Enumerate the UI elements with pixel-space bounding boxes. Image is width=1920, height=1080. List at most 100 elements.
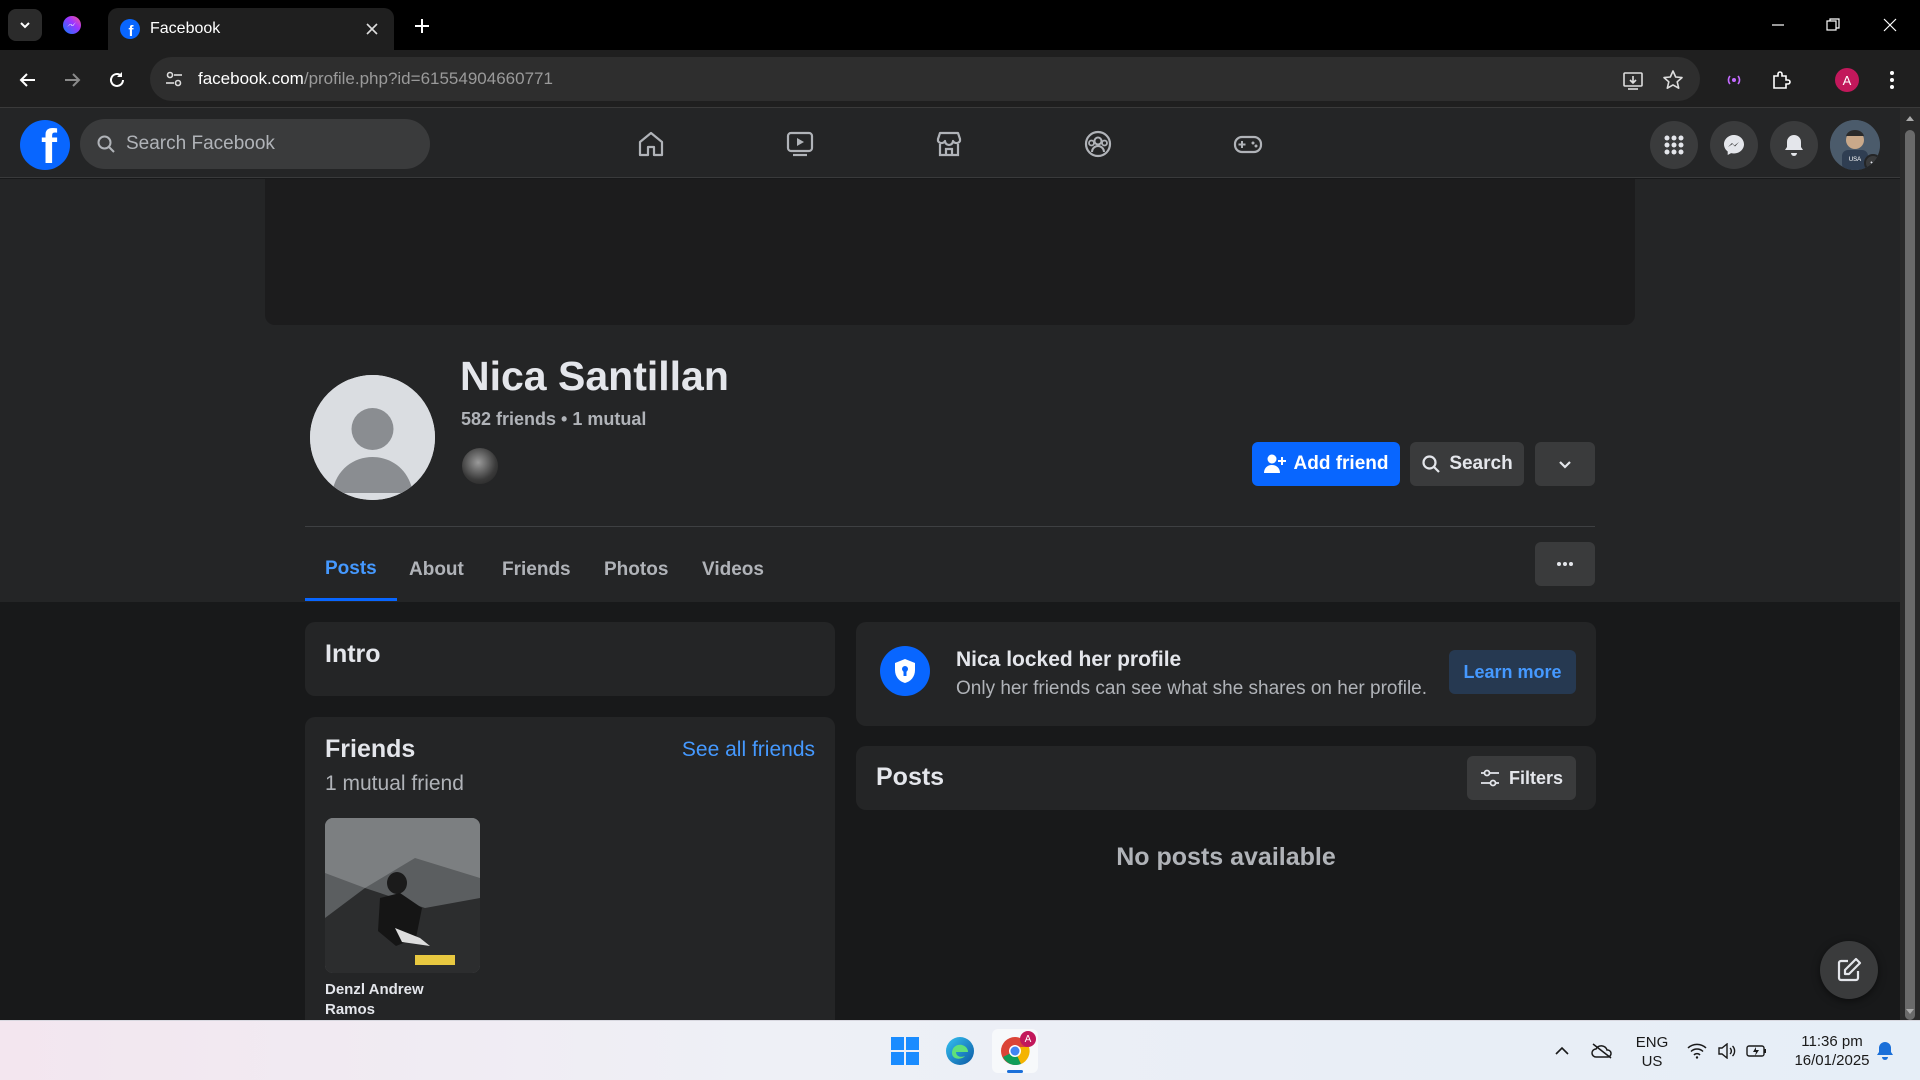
onedrive-tray-icon[interactable] <box>1589 1039 1615 1063</box>
bookmark-button[interactable] <box>1660 67 1686 93</box>
gaming-icon <box>1233 135 1263 154</box>
shield-lock-icon <box>880 646 930 696</box>
address-bar[interactable]: facebook.com/profile.php?id=615549046607… <box>150 57 1700 101</box>
clock-time: 11:36 pm <box>1801 1033 1863 1050</box>
tab-list-button[interactable] <box>8 9 42 41</box>
friend-name-line2: Ramos <box>325 1001 376 1018</box>
facebook-search-input[interactable] <box>126 133 406 155</box>
profile-divider <box>305 526 1595 527</box>
facebook-favicon-icon: f <box>120 19 140 39</box>
media-cast-button[interactable] <box>1718 64 1750 96</box>
search-icon <box>1422 455 1441 473</box>
messenger-button[interactable] <box>1710 121 1758 169</box>
tab-posts[interactable]: Posts <box>305 539 397 601</box>
friend-photo-image <box>325 818 480 973</box>
nav-gaming[interactable] <box>1193 118 1303 170</box>
facebook-logo[interactable]: f <box>20 120 70 170</box>
nav-marketplace[interactable] <box>894 118 1004 170</box>
extensions-button[interactable] <box>1765 64 1797 96</box>
video-icon <box>786 131 814 157</box>
profile-button[interactable]: A <box>1831 64 1863 96</box>
profile-initial: A <box>1835 68 1859 92</box>
friend-photo[interactable] <box>325 818 480 973</box>
nav-groups[interactable] <box>1043 118 1153 170</box>
tab-about-label: About <box>409 559 464 580</box>
tab-videos[interactable]: Videos <box>702 539 764 601</box>
broadcast-icon <box>1727 75 1741 85</box>
nav-video[interactable] <box>745 118 855 170</box>
back-button[interactable] <box>12 64 44 96</box>
friend-name-line1: Denzl Andrew <box>325 981 424 998</box>
forward-button[interactable] <box>56 64 88 96</box>
nav-home[interactable] <box>596 118 706 170</box>
mutual-friend-avatar[interactable] <box>460 446 500 486</box>
tab-friends[interactable]: Friends <box>502 539 571 601</box>
tab-facebook[interactable]: f Facebook <box>108 8 394 50</box>
default-avatar-icon <box>310 375 435 500</box>
profile-header: Nica Santillan 582 friends • 1 mutual Ad… <box>0 179 1900 602</box>
install-icon <box>1623 72 1643 90</box>
star-icon <box>1663 70 1683 89</box>
profile-name: Nica Santillan <box>460 353 729 399</box>
wifi-tray-icon[interactable] <box>1684 1039 1710 1063</box>
see-all-friends-link[interactable]: See all friends <box>682 738 815 762</box>
volume-icon <box>1718 1043 1736 1059</box>
account-avatar[interactable]: USA <box>1830 120 1880 170</box>
facebook-search[interactable] <box>80 119 430 169</box>
marketplace-icon <box>936 131 962 157</box>
friend-count[interactable]: 582 friends • 1 mutual <box>461 409 646 430</box>
start-button[interactable] <box>882 1029 928 1073</box>
messenger-icon <box>63 16 81 34</box>
taskbar-edge[interactable] <box>937 1029 983 1073</box>
facebook-header: f USA <box>0 108 1900 178</box>
browser-menu-button[interactable] <box>1876 64 1908 96</box>
show-hidden-icons-button[interactable] <box>1549 1039 1575 1063</box>
chevron-down-icon <box>1559 461 1571 469</box>
tab-photos[interactable]: Photos <box>604 539 668 601</box>
pinned-tab-messenger[interactable] <box>58 12 86 38</box>
clock[interactable]: 11:36 pm 16/01/2025 <box>1782 1032 1882 1070</box>
filters-label: Filters <box>1508 767 1564 788</box>
language-indicator[interactable]: ENG US <box>1630 1033 1674 1071</box>
cover-photo[interactable] <box>265 179 1635 325</box>
taskbar-chrome[interactable]: A <box>992 1029 1038 1073</box>
scroll-up-icon <box>1906 116 1914 121</box>
more-actions-dropdown[interactable] <box>1535 442 1595 486</box>
friends-card-title: Friends <box>325 735 416 763</box>
profile-more-button[interactable] <box>1535 542 1595 586</box>
battery-tray-icon[interactable] <box>1744 1039 1770 1063</box>
restore-button[interactable] <box>1815 10 1851 40</box>
reload-icon <box>110 72 124 87</box>
intro-title: Intro <box>325 640 381 668</box>
friend-name[interactable]: Denzl Andrew Ramos <box>325 980 424 1020</box>
windows-taskbar: A ENG US 11:36 pm 16/01/2025 <box>0 1020 1920 1080</box>
notification-center-button[interactable] <box>1872 1039 1898 1063</box>
close-window-button[interactable] <box>1872 10 1908 40</box>
filters-button[interactable]: Filters <box>1467 756 1576 800</box>
filters-icon <box>1480 769 1499 787</box>
add-friend-button[interactable]: Add friend <box>1252 442 1400 486</box>
tab-about[interactable]: About <box>409 539 464 601</box>
more-vertical-icon <box>1890 71 1894 89</box>
scrollbar-thumb[interactable] <box>1905 130 1915 1020</box>
new-tab-button[interactable] <box>408 12 436 40</box>
wifi-icon <box>1687 1043 1707 1059</box>
tab-close-button[interactable] <box>360 17 384 41</box>
profile-search-button[interactable]: Search <box>1410 442 1524 486</box>
profile-search-label: Search <box>1449 453 1513 474</box>
new-message-button[interactable] <box>1820 941 1878 999</box>
messenger-icon <box>1724 135 1744 155</box>
mutual-friend-subtitle: 1 mutual friend <box>325 772 464 795</box>
notifications-button[interactable] <box>1770 121 1818 169</box>
menu-button[interactable] <box>1650 121 1698 169</box>
minimize-button[interactable] <box>1760 10 1796 40</box>
learn-more-button[interactable]: Learn more <box>1449 650 1576 694</box>
volume-tray-icon[interactable] <box>1714 1039 1740 1063</box>
page-scrollbar[interactable] <box>1900 108 1920 1020</box>
account-menu-chevron[interactable] <box>1864 154 1880 170</box>
facebook-logo-glyph: f <box>41 121 57 171</box>
profile-picture[interactable] <box>310 375 435 500</box>
install-app-button[interactable] <box>1620 67 1646 93</box>
reload-button[interactable] <box>101 64 133 96</box>
shield-icon <box>895 659 915 683</box>
